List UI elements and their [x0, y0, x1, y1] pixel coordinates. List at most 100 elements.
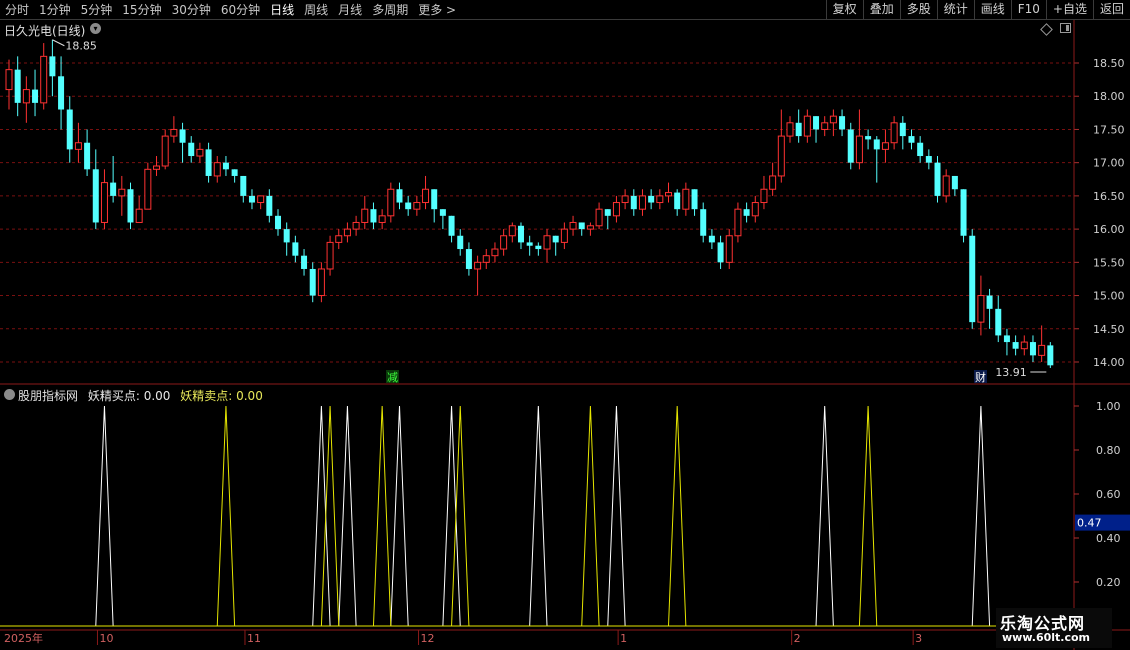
indicator-spike — [320, 405, 340, 627]
candle-body — [66, 109, 73, 150]
candle-body — [396, 189, 403, 203]
indicator-spike — [390, 405, 409, 627]
candle-body — [1038, 344, 1046, 356]
candle-body — [378, 215, 386, 223]
candle-body — [135, 208, 143, 223]
candle-body — [343, 228, 351, 237]
candle-body — [370, 209, 377, 223]
candle-body — [292, 242, 299, 256]
time-tick-label: 11 — [247, 632, 261, 645]
indicator-series — [0, 405, 1074, 627]
candle-body — [977, 295, 985, 323]
candle-body — [40, 55, 48, 104]
candle-body — [84, 142, 91, 170]
candle-body — [92, 169, 99, 223]
candle-body — [22, 89, 30, 104]
price-tick-label: 18.50 — [1093, 57, 1125, 70]
candle-body — [170, 128, 178, 137]
candle-body — [240, 175, 247, 196]
indicator-tick-label: 1.00 — [1096, 400, 1121, 413]
time-tick-label: 2025年 — [4, 631, 43, 645]
candle-body — [925, 156, 932, 163]
candle-body — [474, 261, 482, 270]
indicator-spike — [95, 405, 114, 627]
candle-body — [326, 241, 334, 270]
candle-body — [361, 208, 369, 223]
candle-body — [682, 188, 690, 210]
candle-body — [422, 188, 430, 204]
indicator-settings-icon[interactable] — [4, 389, 15, 400]
candle-body — [58, 76, 65, 110]
candle-body — [960, 189, 967, 236]
candle-body — [127, 189, 134, 223]
price-tick-label: 18.00 — [1093, 90, 1125, 103]
candle-body — [665, 192, 673, 197]
candle-body — [5, 69, 13, 91]
candle-body — [465, 249, 472, 269]
candle-body — [700, 209, 707, 236]
candle-body — [777, 135, 785, 177]
candle-body — [717, 242, 724, 263]
candle-body — [934, 162, 941, 196]
candle-body — [873, 139, 880, 150]
candle-body — [196, 148, 204, 157]
candle-body — [448, 215, 455, 236]
indicator-spike — [451, 405, 470, 627]
candle-body — [457, 235, 464, 250]
indicator-tick-label: 0.40 — [1096, 532, 1121, 545]
candle-body — [839, 116, 846, 130]
chart-canvas[interactable]: 18.50 18.00 17.50 17.00 16.50 16.00 15.50 15.00… — [0, 0, 1130, 650]
candle-body — [543, 235, 551, 250]
candle-body — [604, 209, 611, 216]
candle-body — [213, 162, 221, 177]
candle-body — [552, 235, 559, 243]
candle-body — [630, 195, 637, 210]
candle-body — [995, 308, 1002, 336]
candle-body — [986, 295, 993, 309]
candle-body — [1047, 345, 1054, 366]
sell-point-value: 妖精卖点: 0.00 — [180, 389, 263, 403]
candle-body — [648, 195, 655, 203]
candle-body — [517, 225, 524, 243]
candle-body — [691, 189, 698, 210]
candle-body — [569, 221, 577, 230]
candle-body — [431, 189, 438, 210]
candle-body — [760, 188, 768, 204]
candle-body — [725, 235, 733, 263]
candle-body — [188, 142, 195, 157]
candle-body — [751, 202, 759, 217]
time-tick-label: 12 — [421, 632, 435, 645]
candle-body — [335, 235, 343, 243]
time-tick-label: 10 — [99, 632, 113, 645]
chart-frame — [0, 20, 1130, 650]
time-tick-label: 3 — [915, 632, 922, 645]
candle-body — [144, 168, 152, 210]
high-annotation-label: 18.85 — [65, 40, 97, 53]
candle-body — [205, 149, 212, 176]
candle-body — [1003, 335, 1010, 343]
candle-body — [865, 136, 872, 140]
indicator-spike — [529, 405, 548, 627]
indicator-spike — [216, 405, 236, 627]
price-tick-label: 16.50 — [1093, 190, 1125, 203]
candle-body — [491, 248, 499, 257]
candle-body — [595, 208, 603, 227]
candlestick-series — [5, 39, 1054, 373]
price-tick-label: 14.00 — [1093, 356, 1125, 369]
candle-body — [257, 195, 265, 204]
candle-body — [1020, 341, 1028, 350]
indicator-spike — [581, 405, 600, 627]
candle-body — [49, 56, 56, 77]
indicator-spike — [971, 405, 991, 627]
indicator-spike — [442, 405, 461, 627]
candle-body — [161, 135, 169, 167]
candle-body — [231, 169, 238, 176]
price-tick-label: 17.50 — [1093, 123, 1125, 136]
indicator-spike — [338, 405, 357, 627]
indicator-spike — [607, 405, 626, 627]
watermark-url: www.60lt.com — [1002, 631, 1091, 644]
candle-body — [656, 195, 664, 204]
price-tick-label: 17.00 — [1093, 157, 1125, 170]
candle-body — [769, 175, 777, 190]
indicator-tick-label: 0.80 — [1096, 444, 1121, 457]
